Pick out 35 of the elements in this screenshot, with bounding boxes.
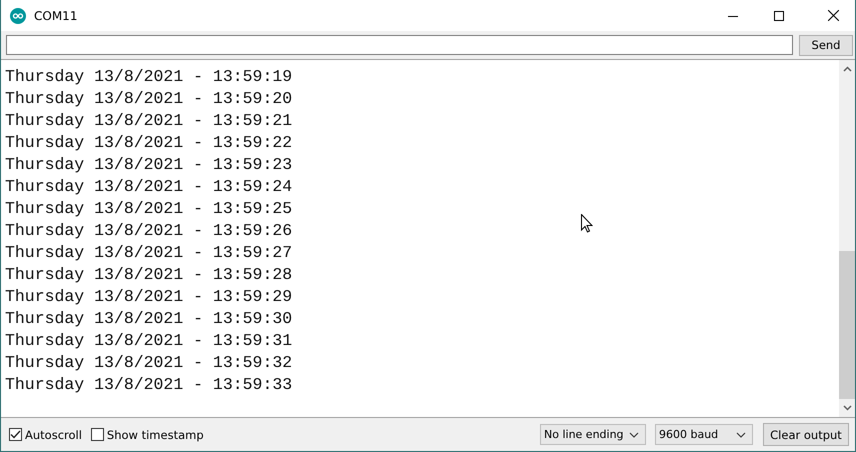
output-line: Thursday 13/8/2021 - 13:59:27	[5, 242, 292, 264]
mouse-pointer-icon	[581, 214, 593, 233]
scroll-up-icon[interactable]	[842, 66, 852, 72]
app-logo-icon	[10, 8, 26, 24]
output-line: Thursday 13/8/2021 - 13:59:25	[5, 198, 292, 220]
output-line: Thursday 13/8/2021 - 13:59:19	[5, 66, 292, 88]
output-line: Thursday 13/8/2021 - 13:59:21	[5, 110, 292, 132]
output-line: Thursday 13/8/2021 - 13:59:24	[5, 176, 292, 198]
output-line: Thursday 13/8/2021 - 13:59:20	[5, 88, 292, 110]
output-line: Thursday 13/8/2021 - 13:59:28	[5, 264, 292, 286]
checkbox-label: Show timestamp	[106, 428, 204, 442]
output-line: Thursday 13/8/2021 - 13:59:23	[5, 154, 292, 176]
window-title: COM11	[34, 8, 78, 22]
dropdown[interactable]: No line ending	[540, 424, 646, 445]
output-line: Thursday 13/8/2021 - 13:59:22	[5, 132, 292, 154]
output-line: Thursday 13/8/2021 - 13:59:29	[5, 286, 292, 308]
close-icon[interactable]	[828, 10, 839, 21]
scrollbar-thumb[interactable]	[839, 251, 855, 399]
input-field[interactable]	[6, 35, 793, 55]
checkbox[interactable]	[9, 428, 22, 441]
checkbox-label: Autoscroll	[25, 428, 82, 442]
scroll-down-icon[interactable]	[842, 405, 852, 411]
output-line: Thursday 13/8/2021 - 13:59:31	[5, 330, 292, 352]
output-line: Thursday 13/8/2021 - 13:59:30	[5, 308, 292, 330]
chevron-down-icon	[629, 432, 639, 438]
output-line: Thursday 13/8/2021 - 13:59:32	[5, 352, 292, 374]
scrollbar[interactable]	[839, 60, 855, 417]
output-line: Thursday 13/8/2021 - 13:59:26	[5, 220, 292, 242]
output-line: Thursday 13/8/2021 - 13:59:33	[5, 374, 292, 396]
chevron-down-icon	[736, 432, 746, 438]
send-button[interactable]: Send	[799, 34, 853, 56]
checkbox[interactable]	[90, 428, 104, 441]
maximize-icon[interactable]	[774, 10, 784, 20]
dropdown[interactable]: 9600 baud	[655, 424, 753, 445]
clear-output-button[interactable]: Clear output	[763, 423, 849, 446]
